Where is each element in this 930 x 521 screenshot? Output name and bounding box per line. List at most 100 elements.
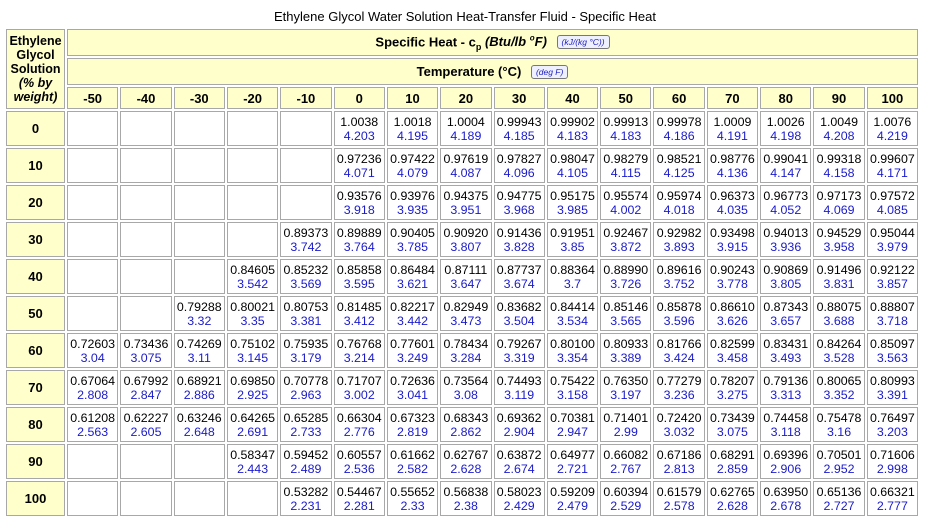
specific-heat-cell: 0.84264 3.528 — [813, 333, 865, 368]
kj-value: 3.412 — [343, 313, 375, 328]
specific-heat-cell: 0.75935 3.179 — [280, 333, 332, 368]
specific-heat-cell: 0.93498 3.915 — [706, 222, 759, 257]
specific-heat-cell: 0.67992 2.847 — [120, 370, 172, 405]
specific-heat-cell: 0.89889 3.764 — [333, 222, 385, 257]
specific-heat-cell: 0.99978 4.186 — [653, 111, 705, 146]
kj-value: 2.767 — [610, 461, 642, 476]
specific-heat-cell: 0.75102 3.145 — [226, 333, 279, 368]
btu-value: 0.90920 — [443, 225, 489, 240]
btu-value: 0.68343 — [443, 410, 489, 425]
specific-heat-cell: 0.99041 4.147 — [760, 148, 812, 183]
kj-value: 2.727 — [823, 498, 855, 513]
btu-value: 0.91496 — [816, 262, 862, 277]
kj-value: 3.313 — [770, 387, 802, 402]
kj-value: 2.281 — [343, 498, 375, 513]
table-row: 10 0.97236 4.071 0.97422 4.079 0.97619 4.087 0.… — [6, 148, 918, 183]
kj-value: 4.203 — [343, 128, 375, 143]
kj-value: 3.935 — [397, 202, 429, 217]
kj-value: 3.352 — [823, 387, 855, 402]
btu-value: 0.85146 — [603, 299, 649, 314]
kj-value: 3.958 — [823, 239, 855, 254]
empty-cell — [120, 259, 172, 294]
kj-value: 3.893 — [663, 239, 695, 254]
btu-value: 0.72420 — [656, 410, 702, 425]
kj-value: 4.185 — [503, 128, 535, 143]
btu-value: 0.82599 — [710, 336, 755, 351]
specific-heat-cell: 0.83431 3.493 — [760, 333, 812, 368]
specific-heat-cell: 0.64977 2.721 — [546, 444, 599, 479]
empty-cell — [280, 185, 332, 220]
si-unit-toggle-button[interactable]: (kJ/(kg °C)) — [556, 35, 610, 50]
kj-value: 2.38 — [453, 498, 478, 513]
specific-heat-cell: 0.87737 3.674 — [493, 259, 545, 294]
kj-value: 3.542 — [237, 276, 269, 291]
btu-value: 0.91436 — [496, 225, 542, 240]
btu-value: 0.60394 — [603, 484, 649, 499]
kj-value: 2.862 — [450, 424, 482, 439]
btu-value: 0.87343 — [763, 299, 809, 314]
table-row: 40 0.84605 3.542 0.85232 3.569 0.85858 3.595 0.… — [6, 259, 918, 294]
empty-cell — [120, 185, 172, 220]
kj-value: 4.018 — [663, 202, 695, 217]
kj-value: 3.145 — [237, 350, 269, 365]
temperature-column-header: 10 — [386, 87, 439, 109]
kj-value: 3.857 — [876, 276, 908, 291]
specific-heat-cell: 1.0018 4.195 — [386, 111, 439, 146]
empty-cell — [280, 111, 332, 146]
kj-value: 2.819 — [397, 424, 429, 439]
kj-value: 2.536 — [343, 461, 375, 476]
btu-value: 0.62227 — [123, 410, 169, 425]
specific-heat-cell: 0.74458 3.118 — [760, 407, 812, 442]
btu-value: 0.73564 — [443, 373, 489, 388]
kj-value: 2.947 — [556, 424, 588, 439]
kj-value: 2.963 — [290, 387, 322, 402]
btu-value: 0.94013 — [763, 225, 809, 240]
btu-value: 0.66321 — [869, 484, 915, 499]
btu-value: 0.84264 — [816, 336, 862, 351]
page-title: Ethylene Glycol Water Solution Heat-Tran… — [274, 9, 656, 24]
specific-heat-cell: 0.62227 2.605 — [120, 407, 172, 442]
specific-heat-cell: 0.90405 3.785 — [386, 222, 439, 257]
btu-value: 1.0018 — [393, 114, 432, 129]
btu-value: 1.0004 — [446, 114, 485, 129]
btu-value: 1.0026 — [766, 114, 805, 129]
table-row: 100 0.53282 2.231 0.54467 2.281 0.55652 2.33 0.… — [6, 481, 918, 516]
empty-cell — [173, 222, 225, 257]
kj-value: 3.534 — [556, 313, 588, 328]
btu-value: 0.94529 — [816, 225, 862, 240]
empty-cell — [67, 111, 119, 146]
btu-value: 0.61662 — [390, 447, 435, 462]
kj-value: 4.136 — [716, 165, 748, 180]
empty-cell — [67, 444, 119, 479]
specific-heat-cell: 0.54467 2.281 — [333, 481, 385, 516]
kj-value: 4.105 — [556, 165, 588, 180]
btu-value: 0.80753 — [283, 299, 329, 314]
specific-heat-cell: 1.0026 4.198 — [760, 111, 812, 146]
btu-value: 0.69850 — [230, 373, 275, 388]
kj-value: 3.284 — [450, 350, 482, 365]
btu-value: 0.63950 — [763, 484, 809, 499]
kj-value: 3.032 — [663, 424, 695, 439]
btu-value: 0.64977 — [550, 447, 595, 462]
concentration-row-header: 60 — [6, 333, 65, 368]
table-row: 90 0.58347 2.443 0.59452 2.489 0.60557 2.536 0.… — [6, 444, 918, 479]
btu-value: 0.72603 — [70, 336, 116, 351]
btu-value: 0.90243 — [710, 262, 755, 277]
specific-heat-cell: 0.71606 2.998 — [866, 444, 918, 479]
kj-value: 3.752 — [663, 276, 695, 291]
temperature-column-header: -30 — [173, 87, 225, 109]
specific-heat-cell: 0.70778 2.963 — [280, 370, 332, 405]
fahrenheit-toggle-button[interactable]: (deg F) — [530, 65, 569, 80]
btu-value: 0.73439 — [710, 410, 755, 425]
btu-value: 0.96373 — [710, 188, 755, 203]
kj-value: 2.776 — [343, 424, 375, 439]
btu-value: 0.93976 — [390, 188, 435, 203]
empty-cell — [226, 185, 279, 220]
specific-heat-cell: 0.95044 3.979 — [866, 222, 918, 257]
btu-value: 1.0049 — [820, 114, 858, 129]
temperature-column-header: 90 — [813, 87, 865, 109]
kj-value: 3.391 — [876, 387, 908, 402]
specific-heat-cell: 1.0038 4.203 — [333, 111, 385, 146]
btu-value: 0.98279 — [603, 151, 649, 166]
specific-heat-cell: 0.79136 3.313 — [760, 370, 812, 405]
